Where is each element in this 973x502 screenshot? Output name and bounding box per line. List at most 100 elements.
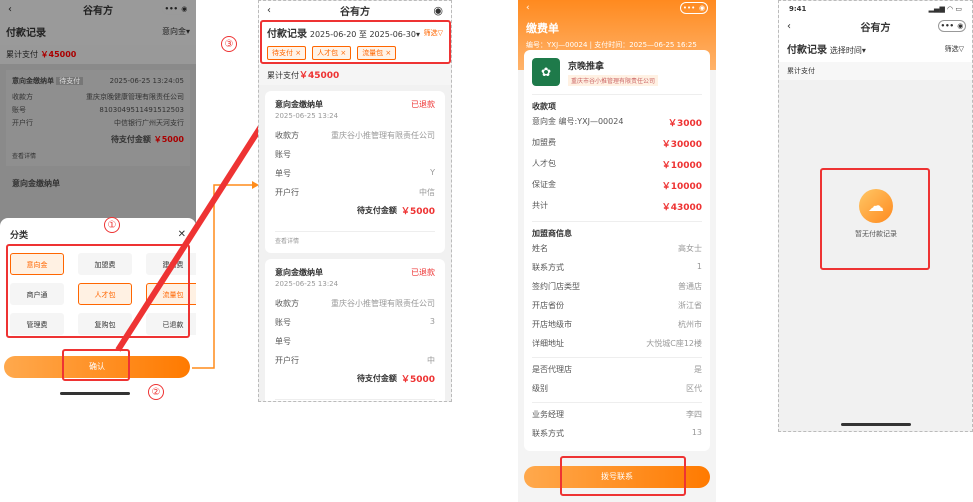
brand-logo: ✿ (532, 58, 560, 86)
kv-label: 联系方式 (532, 263, 564, 272)
order-card[interactable]: 意向金缴纳单 已退款 2025-06-25 13:24 收款方 重庆谷小推管理有限责任公… (265, 91, 445, 253)
order-row: 收款方 重庆谷小推管理有限责任公司 (275, 294, 435, 313)
time-filter-label: 选择时间 (829, 46, 862, 55)
due-label: 待支付金额 (356, 206, 397, 215)
capsule-menu[interactable]: ••• ◉ (938, 20, 966, 32)
summary-bar: 累计支付 ￥45000 (0, 45, 196, 64)
order-list: 意向金缴纳单 已退款 2025-06-25 13:24 收款方 重庆谷小推管理有限责任公… (259, 91, 451, 401)
capsule-menu[interactable]: ••• ◉ (162, 3, 190, 15)
row-value: 中 (427, 356, 435, 365)
close-icon[interactable]: ✕ (178, 229, 186, 240)
summary-label: 累计支付 (6, 50, 38, 59)
detail-link[interactable]: 查看详情 (275, 231, 435, 245)
capsule-menu[interactable]: ••• ◉ (680, 2, 708, 14)
order-row: 开户行 中信 (275, 183, 435, 202)
summary-amount: ￥45000 (299, 71, 340, 81)
record-icon[interactable]: ◉ (433, 4, 443, 17)
row-label: 开户行 (12, 119, 33, 127)
row-value: 中信 (419, 188, 435, 197)
order-card[interactable]: 意向金缴纳单 已退款 2025-06-25 13:24 收款方 重庆谷小推管理有限责任公… (265, 259, 445, 401)
kv-row: 业务经理 李四 (532, 405, 702, 424)
caret-down-icon: ▾ (861, 46, 866, 55)
annotation-marker-2: ② (148, 384, 164, 400)
row-value: 3 (429, 317, 435, 326)
order-row: 开户行 中信银行广州天河支行 (12, 118, 184, 128)
row-label: 收款方 (12, 93, 33, 101)
kv-row: 加盟费 ￥30000 (532, 133, 702, 154)
row-label: 开户行 (275, 356, 299, 365)
order-badge: 待支付 (56, 77, 84, 85)
row-label: 单号 (275, 169, 291, 178)
kv-label: 级别 (532, 384, 548, 393)
page-title: 付款记录 (787, 45, 827, 56)
summary-label: 累计支付 (779, 62, 972, 80)
kv-label: 联系方式 (532, 429, 564, 438)
row-label: 账号 (12, 106, 26, 114)
connector-line (192, 184, 252, 369)
row-value: 重庆谷小推管理有限责任公司 (331, 131, 435, 140)
caret-down-icon: ▾ (185, 27, 190, 36)
annotation-box-call (560, 456, 686, 496)
kv-value: 是 (694, 365, 702, 374)
order-no: 编号：YXJ—00024 (526, 41, 588, 49)
kv-value: ￥3000 (667, 119, 702, 129)
order-row: 账号 8103049511491512503 (12, 105, 184, 115)
screen-payment-detail: ‹ ••• ◉ 缴费单 编号：YXJ—00024 | 支付时间：2025—06-25… (518, 0, 716, 502)
order-title: 意向金缴纳单 (12, 77, 54, 85)
order-title: 意向金缴纳单 (275, 268, 323, 277)
back-icon[interactable]: ‹ (787, 21, 791, 32)
back-icon[interactable]: ‹ (8, 4, 12, 15)
order-rows: 收款方 重庆京晚健康管理有限责任公司 账号 8103049511491512503 开户… (12, 92, 184, 128)
nav-title: 谷有方 (860, 22, 891, 34)
record-icon: ◉ (699, 4, 706, 12)
due-amount: ￥5000 (400, 375, 435, 385)
kv-label: 姓名 (532, 244, 548, 253)
kv-label: 业务经理 (532, 410, 564, 419)
time-filter[interactable]: 选择时间▾ (830, 46, 866, 55)
row-value: Y (430, 168, 435, 177)
order-row: 单号 (275, 332, 435, 351)
kv-label: 保证金 (532, 180, 556, 189)
row-value: 重庆谷小推管理有限责任公司 (331, 299, 435, 308)
back-icon[interactable]: ‹ (267, 5, 271, 16)
row-value: 8103049511491512503 (99, 106, 184, 114)
order-row: 收款方 重庆谷小推管理有限责任公司 (275, 126, 435, 145)
nav-bar: ‹ 谷有方 ◉ (259, 1, 451, 19)
order-row: 收款方 重庆京晚健康管理有限责任公司 (12, 92, 184, 102)
kv-value: 普通店 (678, 282, 702, 291)
category-filter[interactable]: 意向金▾ (162, 26, 190, 37)
detail-card: ✿ 京晚推拿 重庆市谷小推管理有限责任公司 收款项 意向金 编号:YXJ—000… (524, 50, 710, 451)
annotation-box-empty (820, 168, 930, 270)
order-row: 账号 3 (275, 313, 435, 332)
kv-value: 区代 (686, 384, 702, 393)
order-card[interactable]: 意向金缴纳单 待支付 2025-06-25 13:24:05 收款方 重庆京晚健康管… (6, 70, 190, 166)
kv-row: 联系方式 13 (532, 424, 702, 443)
detail-link[interactable]: 查看详情 (275, 399, 435, 401)
nav-bar: ‹ 谷有方 ••• ◉ (779, 17, 972, 35)
filter-button[interactable]: 筛选▽ (945, 44, 964, 54)
nav-title: 谷有方 (340, 6, 370, 18)
info-list: 姓名 高女士 联系方式 1 签约门店类型 普通店 开店省份 浙江省 开店地级市 杭州市 详细地址 大悦… (532, 239, 702, 353)
kv-label: 是否代理店 (532, 365, 572, 374)
kv-row: 联系方式 1 (532, 258, 702, 277)
detail-link[interactable]: 查看详情 (12, 151, 184, 160)
row-label: 开户行 (275, 188, 299, 197)
row-label: 收款方 (275, 299, 299, 308)
record-icon: ◉ (957, 22, 964, 30)
kv-row: 保证金 ￥10000 (532, 175, 702, 196)
screen-category-filter: ‹ 谷有方 ••• ◉ 付款记录 意向金▾ 累计支付 ￥45000 意向金缴纳单 … (0, 0, 196, 502)
kv-value: ￥10000 (661, 182, 702, 192)
detail-title: 缴费单 (526, 22, 559, 35)
back-icon[interactable]: ‹ (526, 3, 530, 13)
row-label: 账号 (275, 318, 291, 327)
title-row: 付款记录 选择时间▾ 筛选▽ (779, 35, 972, 62)
page-title: 付款记录 (6, 28, 46, 39)
order-time: 2025-06-25 13:24 (275, 280, 339, 288)
order-time: 2025-06-25 13:24 (275, 112, 339, 120)
kv-label: 签约门店类型 (532, 282, 580, 291)
kv-label: 开店地级市 (532, 320, 572, 329)
filter-icon: ▽ (958, 44, 964, 53)
order-row: 开户行 中 (275, 351, 435, 370)
due-amount: ￥5000 (153, 135, 184, 144)
pay-time: 支付时间：2025—06-25 16:25 (594, 41, 697, 49)
